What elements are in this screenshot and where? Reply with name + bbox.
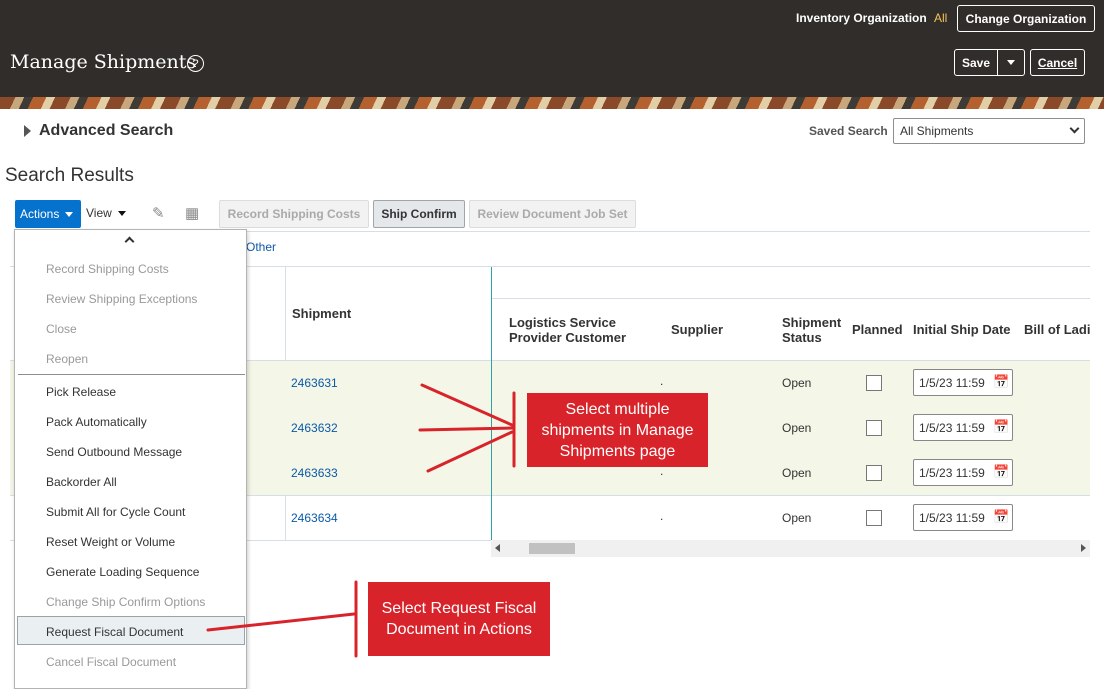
annotation-callout-request-fiscal: Select Request Fiscal Document in Action… [368, 582, 550, 656]
arrow-line [420, 383, 514, 427]
arrow-line [426, 430, 514, 473]
arrow-line [206, 612, 356, 632]
arrow-line [418, 426, 514, 432]
annotation-arrows [206, 383, 516, 658]
annotation-callout-shipments: Select multiple shipments in Manage Ship… [527, 393, 708, 467]
